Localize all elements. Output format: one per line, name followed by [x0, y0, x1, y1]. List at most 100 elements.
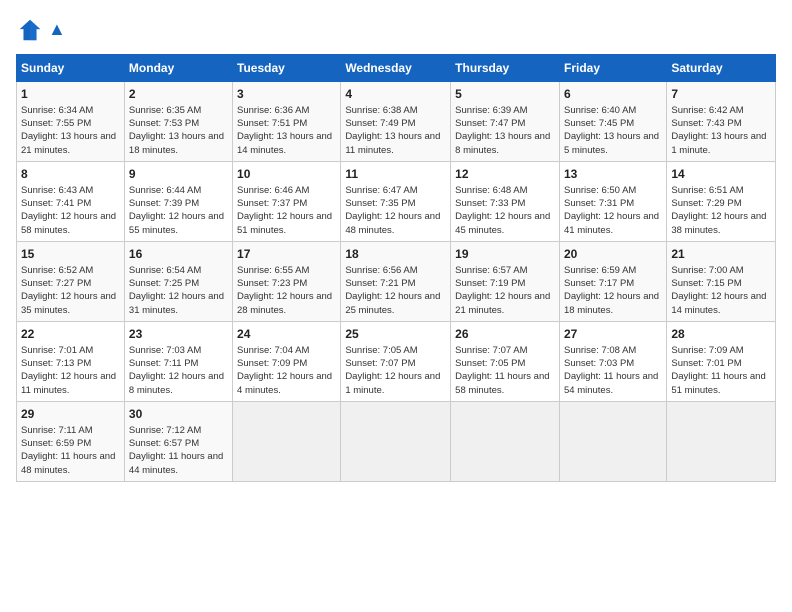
- day-number: 10: [237, 166, 336, 183]
- col-header-saturday: Saturday: [667, 55, 776, 82]
- calendar-cell: 20Sunrise: 6:59 AM Sunset: 7:17 PM Dayli…: [559, 241, 666, 321]
- day-info: Sunrise: 6:51 AM Sunset: 7:29 PM Dayligh…: [671, 184, 771, 237]
- calendar-cell: 27Sunrise: 7:08 AM Sunset: 7:03 PM Dayli…: [559, 321, 666, 401]
- day-number: 7: [671, 86, 771, 103]
- day-info: Sunrise: 7:08 AM Sunset: 7:03 PM Dayligh…: [564, 344, 662, 397]
- day-number: 2: [129, 86, 228, 103]
- day-number: 12: [455, 166, 555, 183]
- calendar-cell: 22Sunrise: 7:01 AM Sunset: 7:13 PM Dayli…: [17, 321, 125, 401]
- col-header-sunday: Sunday: [17, 55, 125, 82]
- day-number: 15: [21, 246, 120, 263]
- day-info: Sunrise: 6:59 AM Sunset: 7:17 PM Dayligh…: [564, 264, 662, 317]
- day-info: Sunrise: 7:04 AM Sunset: 7:09 PM Dayligh…: [237, 344, 336, 397]
- calendar-cell: [559, 401, 666, 481]
- day-info: Sunrise: 7:03 AM Sunset: 7:11 PM Dayligh…: [129, 344, 228, 397]
- day-number: 30: [129, 406, 228, 423]
- col-header-thursday: Thursday: [451, 55, 560, 82]
- calendar-week-row: 15Sunrise: 6:52 AM Sunset: 7:27 PM Dayli…: [17, 241, 776, 321]
- header: ▲: [16, 16, 776, 44]
- day-number: 11: [345, 166, 446, 183]
- day-info: Sunrise: 6:52 AM Sunset: 7:27 PM Dayligh…: [21, 264, 120, 317]
- day-number: 22: [21, 326, 120, 343]
- logo-icon: [16, 16, 44, 44]
- day-number: 24: [237, 326, 336, 343]
- calendar-cell: 11Sunrise: 6:47 AM Sunset: 7:35 PM Dayli…: [341, 161, 451, 241]
- calendar-cell: 7Sunrise: 6:42 AM Sunset: 7:43 PM Daylig…: [667, 82, 776, 162]
- day-info: Sunrise: 6:43 AM Sunset: 7:41 PM Dayligh…: [21, 184, 120, 237]
- calendar-cell: [451, 401, 560, 481]
- calendar-cell: 10Sunrise: 6:46 AM Sunset: 7:37 PM Dayli…: [233, 161, 341, 241]
- day-info: Sunrise: 6:39 AM Sunset: 7:47 PM Dayligh…: [455, 104, 555, 157]
- day-number: 27: [564, 326, 662, 343]
- calendar-cell: 23Sunrise: 7:03 AM Sunset: 7:11 PM Dayli…: [124, 321, 232, 401]
- day-info: Sunrise: 6:50 AM Sunset: 7:31 PM Dayligh…: [564, 184, 662, 237]
- calendar-cell: 30Sunrise: 7:12 AM Sunset: 6:57 PM Dayli…: [124, 401, 232, 481]
- calendar-cell: 13Sunrise: 6:50 AM Sunset: 7:31 PM Dayli…: [559, 161, 666, 241]
- day-info: Sunrise: 6:35 AM Sunset: 7:53 PM Dayligh…: [129, 104, 228, 157]
- calendar-cell: 19Sunrise: 6:57 AM Sunset: 7:19 PM Dayli…: [451, 241, 560, 321]
- day-number: 23: [129, 326, 228, 343]
- calendar-cell: 21Sunrise: 7:00 AM Sunset: 7:15 PM Dayli…: [667, 241, 776, 321]
- calendar-cell: [667, 401, 776, 481]
- day-info: Sunrise: 7:05 AM Sunset: 7:07 PM Dayligh…: [345, 344, 446, 397]
- calendar-cell: 24Sunrise: 7:04 AM Sunset: 7:09 PM Dayli…: [233, 321, 341, 401]
- col-header-tuesday: Tuesday: [233, 55, 341, 82]
- calendar-cell: 18Sunrise: 6:56 AM Sunset: 7:21 PM Dayli…: [341, 241, 451, 321]
- calendar-cell: 4Sunrise: 6:38 AM Sunset: 7:49 PM Daylig…: [341, 82, 451, 162]
- calendar-cell: 2Sunrise: 6:35 AM Sunset: 7:53 PM Daylig…: [124, 82, 232, 162]
- day-info: Sunrise: 6:40 AM Sunset: 7:45 PM Dayligh…: [564, 104, 662, 157]
- day-number: 4: [345, 86, 446, 103]
- calendar-cell: 8Sunrise: 6:43 AM Sunset: 7:41 PM Daylig…: [17, 161, 125, 241]
- calendar-cell: 17Sunrise: 6:55 AM Sunset: 7:23 PM Dayli…: [233, 241, 341, 321]
- day-info: Sunrise: 6:46 AM Sunset: 7:37 PM Dayligh…: [237, 184, 336, 237]
- day-number: 5: [455, 86, 555, 103]
- calendar-table: SundayMondayTuesdayWednesdayThursdayFrid…: [16, 54, 776, 482]
- day-info: Sunrise: 7:07 AM Sunset: 7:05 PM Dayligh…: [455, 344, 555, 397]
- calendar-cell: 3Sunrise: 6:36 AM Sunset: 7:51 PM Daylig…: [233, 82, 341, 162]
- day-number: 18: [345, 246, 446, 263]
- calendar-week-row: 8Sunrise: 6:43 AM Sunset: 7:41 PM Daylig…: [17, 161, 776, 241]
- calendar-cell: 12Sunrise: 6:48 AM Sunset: 7:33 PM Dayli…: [451, 161, 560, 241]
- day-number: 6: [564, 86, 662, 103]
- day-info: Sunrise: 6:47 AM Sunset: 7:35 PM Dayligh…: [345, 184, 446, 237]
- day-number: 16: [129, 246, 228, 263]
- day-number: 20: [564, 246, 662, 263]
- day-number: 28: [671, 326, 771, 343]
- day-number: 25: [345, 326, 446, 343]
- calendar-week-row: 29Sunrise: 7:11 AM Sunset: 6:59 PM Dayli…: [17, 401, 776, 481]
- day-info: Sunrise: 7:01 AM Sunset: 7:13 PM Dayligh…: [21, 344, 120, 397]
- day-number: 19: [455, 246, 555, 263]
- col-header-monday: Monday: [124, 55, 232, 82]
- day-number: 1: [21, 86, 120, 103]
- page-container: ▲ SundayMondayTuesdayWednesdayThursdayFr…: [0, 0, 792, 490]
- calendar-cell: [233, 401, 341, 481]
- calendar-cell: 28Sunrise: 7:09 AM Sunset: 7:01 PM Dayli…: [667, 321, 776, 401]
- day-number: 26: [455, 326, 555, 343]
- calendar-header-row: SundayMondayTuesdayWednesdayThursdayFrid…: [17, 55, 776, 82]
- day-info: Sunrise: 6:54 AM Sunset: 7:25 PM Dayligh…: [129, 264, 228, 317]
- calendar-week-row: 1Sunrise: 6:34 AM Sunset: 7:55 PM Daylig…: [17, 82, 776, 162]
- calendar-cell: 29Sunrise: 7:11 AM Sunset: 6:59 PM Dayli…: [17, 401, 125, 481]
- day-number: 21: [671, 246, 771, 263]
- day-info: Sunrise: 6:55 AM Sunset: 7:23 PM Dayligh…: [237, 264, 336, 317]
- col-header-friday: Friday: [559, 55, 666, 82]
- day-number: 17: [237, 246, 336, 263]
- day-number: 14: [671, 166, 771, 183]
- calendar-cell: 14Sunrise: 6:51 AM Sunset: 7:29 PM Dayli…: [667, 161, 776, 241]
- day-info: Sunrise: 6:42 AM Sunset: 7:43 PM Dayligh…: [671, 104, 771, 157]
- day-info: Sunrise: 7:09 AM Sunset: 7:01 PM Dayligh…: [671, 344, 771, 397]
- day-number: 13: [564, 166, 662, 183]
- day-info: Sunrise: 6:38 AM Sunset: 7:49 PM Dayligh…: [345, 104, 446, 157]
- day-number: 8: [21, 166, 120, 183]
- logo: ▲: [16, 16, 66, 44]
- day-info: Sunrise: 7:11 AM Sunset: 6:59 PM Dayligh…: [21, 424, 120, 477]
- col-header-wednesday: Wednesday: [341, 55, 451, 82]
- day-number: 9: [129, 166, 228, 183]
- day-number: 29: [21, 406, 120, 423]
- logo-text: ▲: [48, 20, 66, 40]
- calendar-cell: 16Sunrise: 6:54 AM Sunset: 7:25 PM Dayli…: [124, 241, 232, 321]
- calendar-cell: 15Sunrise: 6:52 AM Sunset: 7:27 PM Dayli…: [17, 241, 125, 321]
- calendar-body: 1Sunrise: 6:34 AM Sunset: 7:55 PM Daylig…: [17, 82, 776, 482]
- day-info: Sunrise: 6:48 AM Sunset: 7:33 PM Dayligh…: [455, 184, 555, 237]
- day-info: Sunrise: 6:36 AM Sunset: 7:51 PM Dayligh…: [237, 104, 336, 157]
